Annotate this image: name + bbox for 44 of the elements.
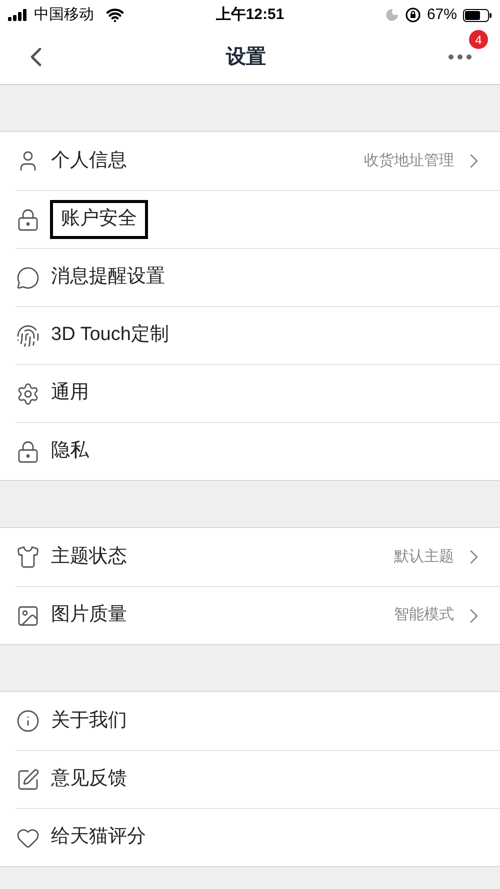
settings-row[interactable]: 主题状态 默认主题 — [16, 528, 500, 586]
row-label: 主题状态 — [50, 544, 128, 569]
settings-row[interactable]: 通用 — [16, 364, 500, 422]
notification-badge: 4 — [469, 30, 488, 49]
settings-row[interactable]: 3D Touch定制 — [16, 306, 500, 364]
page-title: 设置 — [224, 45, 267, 70]
row-label: 通用 — [50, 381, 90, 406]
row-label: 个人信息 — [50, 148, 128, 173]
battery-icon — [463, 8, 492, 22]
lock-icon — [16, 208, 40, 232]
settings-row[interactable]: 关于我们 — [16, 692, 500, 750]
moon-icon — [384, 8, 399, 22]
info-icon — [16, 709, 40, 733]
row-label: 关于我们 — [50, 708, 128, 733]
battery-percent: 67% — [426, 4, 457, 25]
settings-icon — [16, 382, 40, 406]
row-label: 消息提醒设置 — [50, 265, 166, 290]
settings-row[interactable]: 账户安全 — [16, 190, 500, 248]
settings-row[interactable]: 意见反馈 — [16, 750, 500, 808]
row-label: 意见反馈 — [50, 767, 128, 792]
wifi-icon — [106, 6, 124, 24]
rotation-lock-icon — [404, 7, 421, 23]
chat-bubble-icon — [16, 266, 40, 290]
row-label: 账户安全 — [50, 200, 148, 239]
edit-icon — [16, 768, 40, 792]
settings-row[interactable]: 隐私 — [16, 422, 500, 480]
row-label: 隐私 — [50, 439, 90, 464]
row-value: 收货地址管理 — [364, 150, 454, 171]
row-label: 给天猫评分 — [50, 825, 147, 850]
fingerprint-icon — [16, 324, 40, 348]
image-icon — [16, 604, 40, 628]
row-label: 3D Touch定制 — [50, 323, 170, 348]
settings-row[interactable]: 消息提醒设置 — [16, 248, 500, 306]
lock-icon — [16, 440, 40, 464]
row-label: 图片质量 — [50, 603, 128, 628]
settings-row[interactable]: 给天猫评分 — [16, 808, 500, 866]
settings-row[interactable]: 图片质量 智能模式 — [16, 586, 500, 644]
settings-row[interactable]: 个人信息 收货地址管理 — [16, 132, 500, 190]
shirt-icon — [16, 545, 40, 569]
row-value: 智能模式 — [394, 605, 454, 626]
clock: 上午12:51 — [216, 4, 284, 25]
row-value: 默认主题 — [394, 546, 454, 567]
more-icon — [448, 54, 472, 60]
carrier-name: 中国移动 — [34, 4, 94, 25]
